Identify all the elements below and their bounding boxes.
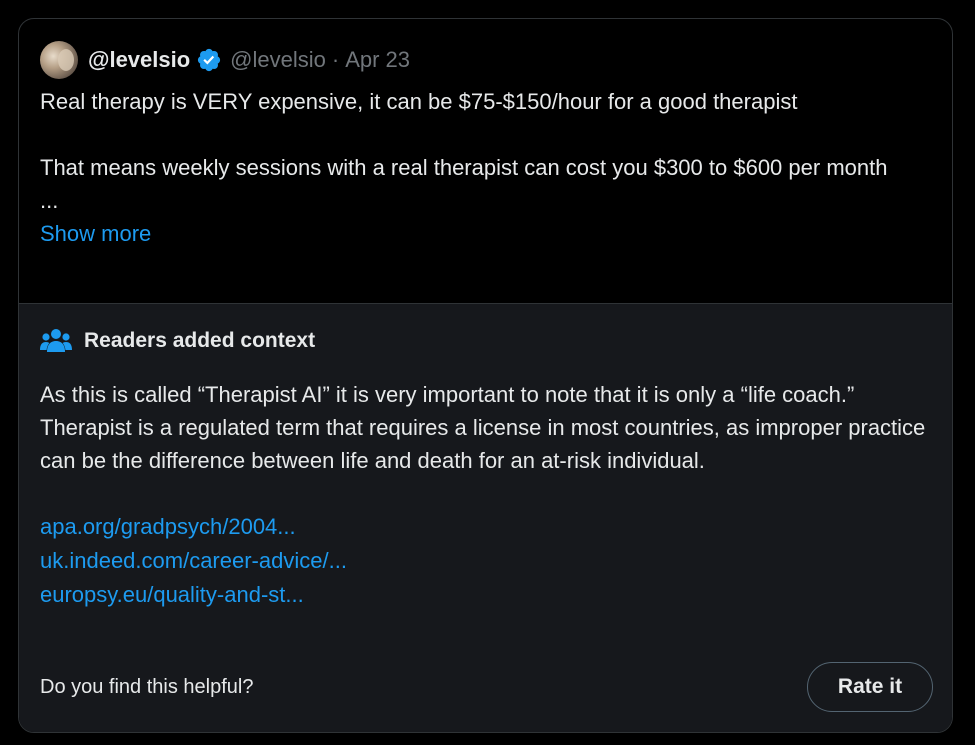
context-title: Readers added context xyxy=(84,329,316,352)
tweet-card[interactable]: @levelsio @levelsio · Apr 23 Real therap… xyxy=(18,18,953,733)
tweet: @levelsio @levelsio · Apr 23 Real therap… xyxy=(19,19,952,303)
handle[interactable]: @levelsio xyxy=(230,47,326,73)
tweet-line-1: Real therapy is VERY expensive, it can b… xyxy=(40,89,798,114)
helpful-question: Do you find this helpful? xyxy=(40,675,254,698)
source-link-indeed[interactable]: uk.indeed.com/career-advice/... xyxy=(40,544,931,578)
display-name[interactable]: @levelsio xyxy=(88,47,190,73)
source-link-apa[interactable]: apa.org/gradpsych/2004... xyxy=(40,510,931,544)
helpful-row: Do you find this helpful? Rate it xyxy=(40,661,933,713)
separator-dot: · xyxy=(331,47,340,72)
tweet-line-2: That means weekly sessions with a real t… xyxy=(40,155,888,180)
community-note: Readers added context As this is called … xyxy=(19,303,952,732)
show-more-link[interactable]: Show more xyxy=(40,217,151,250)
verified-badge-icon xyxy=(198,48,221,72)
avatar[interactable] xyxy=(40,41,78,79)
people-icon xyxy=(40,329,72,352)
source-link-europsy[interactable]: europsy.eu/quality-and-st... xyxy=(40,578,931,612)
tweet-date[interactable]: Apr 23 xyxy=(345,47,410,73)
tweet-header: @levelsio @levelsio · Apr 23 xyxy=(40,41,931,79)
tweet-text: Real therapy is VERY expensive, it can b… xyxy=(40,85,931,250)
tweet-ellipsis: ... xyxy=(40,188,59,213)
rate-it-button[interactable]: Rate it xyxy=(807,662,933,712)
source-links: apa.org/gradpsych/2004... uk.indeed.com/… xyxy=(40,510,931,612)
context-body: As this is called “Therapist AI” it is v… xyxy=(40,382,926,473)
context-header: Readers added context xyxy=(40,326,931,356)
